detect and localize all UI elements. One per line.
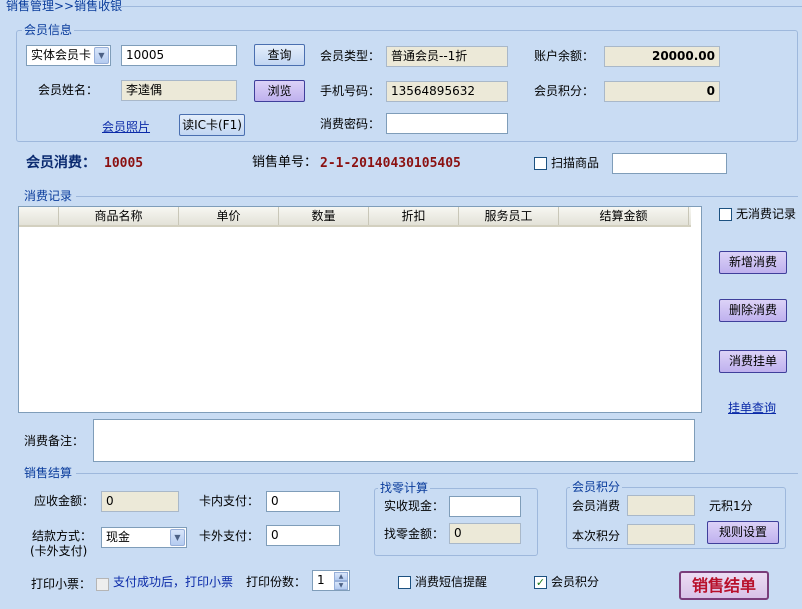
hold-consume-button[interactable]: 消费挂单 — [719, 350, 787, 373]
checkout-button[interactable]: 销售结单 — [679, 571, 769, 600]
member-points-legend: 会员积分 — [570, 480, 623, 494]
member-type-field: 普通会员--1折 — [386, 46, 508, 67]
settlement-legend: 销售结算 — [22, 466, 75, 480]
change-calc-legend: 找零计算 — [378, 481, 431, 495]
member-name-label: 会员姓名： — [38, 83, 99, 97]
member-points-checkbox[interactable]: ✓ — [534, 576, 547, 589]
member-photo-link[interactable]: 会员照片 — [102, 118, 150, 135]
table-header: 商品名称 单价 数量 折扣 服务员工 结算金额 — [19, 207, 691, 227]
card-pay-input[interactable]: 0 — [266, 491, 340, 512]
member-consume-value: 10005 — [104, 156, 144, 171]
breadcrumb: 销售管理>>销售收银 — [6, 0, 123, 13]
card-pay-label: 卡内支付： — [199, 494, 260, 508]
column-discount[interactable]: 折扣 — [369, 207, 459, 225]
scan-goods-checkbox[interactable] — [534, 157, 547, 170]
card-number-input[interactable]: 10005 — [121, 45, 237, 66]
points-consume-field — [627, 495, 695, 516]
chevron-down-icon[interactable]: ▼ — [170, 529, 185, 546]
column-staff[interactable]: 服务员工 — [459, 207, 559, 225]
hold-query-link[interactable]: 挂单查询 — [728, 399, 776, 416]
points-field: 0 — [604, 81, 720, 102]
scan-goods-label: 扫描商品 — [551, 156, 600, 170]
cash-received-label: 实收现金： — [384, 499, 445, 513]
chevron-down-icon[interactable]: ▼ — [94, 47, 109, 64]
card-type-select[interactable]: 实体会员卡 ▼ — [26, 45, 111, 66]
records-legend: 消费记录 — [22, 189, 75, 203]
column-settle-amount[interactable]: 结算金额 — [559, 207, 689, 225]
receivable-field: 0 — [101, 491, 179, 512]
member-info-legend: 会员信息 — [22, 23, 75, 37]
no-consume-checkbox[interactable] — [719, 208, 732, 221]
rules-settings-button[interactable]: 规则设置 — [707, 521, 779, 544]
outside-pay-label: 卡外支付： — [199, 529, 260, 543]
change-amount-label: 找零金额： — [384, 527, 445, 541]
query-button[interactable]: 查询 — [254, 44, 305, 66]
password-input[interactable] — [386, 113, 508, 134]
change-amount-field: 0 — [449, 523, 521, 544]
order-number-label: 销售单号： — [252, 155, 318, 170]
consume-records-table[interactable]: 商品名称 单价 数量 折扣 服务员工 结算金额 — [18, 206, 702, 413]
settlement-divider — [76, 473, 798, 474]
member-points-footer-label: 会员积分 — [551, 575, 600, 589]
cash-received-input[interactable] — [449, 496, 521, 517]
points-label: 会员积分： — [534, 84, 595, 98]
pay-method-sub-label: (卡外支付) — [30, 544, 88, 558]
this-points-field — [627, 524, 695, 545]
member-name-field: 李逵偶 — [121, 80, 237, 101]
member-type-label: 会员类型： — [320, 49, 381, 63]
print-after-pay-label: 支付成功后，打印小票 — [113, 575, 234, 589]
balance-label: 账户余额： — [534, 49, 595, 63]
pay-method-select[interactable]: 现金 ▼ — [101, 527, 187, 548]
column-product-name[interactable]: 商品名称 — [59, 207, 179, 225]
sms-reminder-checkbox[interactable] — [398, 576, 411, 589]
table-header-rowhead — [19, 207, 59, 225]
add-consume-button[interactable]: 新增消费 — [719, 251, 787, 274]
this-points-label: 本次积分 — [572, 529, 621, 543]
print-copies-label: 打印份数： — [246, 575, 307, 589]
spin-up-icon[interactable]: ▲ — [334, 572, 348, 581]
print-receipt-label: 打印小票： — [31, 577, 92, 591]
print-after-pay-checkbox[interactable] — [96, 578, 109, 591]
member-consume-label: 会员消费： — [26, 155, 96, 171]
print-copies-spinner[interactable]: 1 ▲ ▼ — [312, 570, 350, 591]
delete-consume-button[interactable]: 删除消费 — [719, 299, 787, 322]
records-divider — [76, 196, 798, 197]
read-ic-card-button[interactable]: 读IC卡(F1) — [179, 114, 245, 136]
breadcrumb-divider — [118, 6, 802, 7]
outside-pay-input[interactable]: 0 — [266, 525, 340, 546]
points-consume-label: 会员消费 — [572, 499, 621, 513]
scan-goods-input[interactable] — [612, 153, 727, 174]
browse-button[interactable]: 浏览 — [254, 80, 305, 102]
receivable-label: 应收金额： — [34, 494, 95, 508]
points-rate-label: 元积1分 — [709, 499, 753, 513]
pay-method-label: 结款方式： — [32, 529, 93, 543]
no-consume-label: 无消费记录 — [736, 207, 797, 221]
phone-label: 手机号码： — [320, 84, 381, 98]
column-unit-price[interactable]: 单价 — [179, 207, 279, 225]
phone-field: 13564895632 — [386, 81, 508, 102]
remark-textarea[interactable] — [93, 419, 695, 462]
remark-label: 消费备注： — [24, 434, 85, 448]
order-number-value: 2-1-20140430105405 — [320, 156, 461, 171]
sms-reminder-label: 消费短信提醒 — [415, 575, 488, 589]
spin-down-icon[interactable]: ▼ — [334, 581, 348, 590]
password-label: 消费密码： — [320, 117, 381, 131]
balance-field: 20000.00 — [604, 46, 720, 67]
column-quantity[interactable]: 数量 — [279, 207, 369, 225]
